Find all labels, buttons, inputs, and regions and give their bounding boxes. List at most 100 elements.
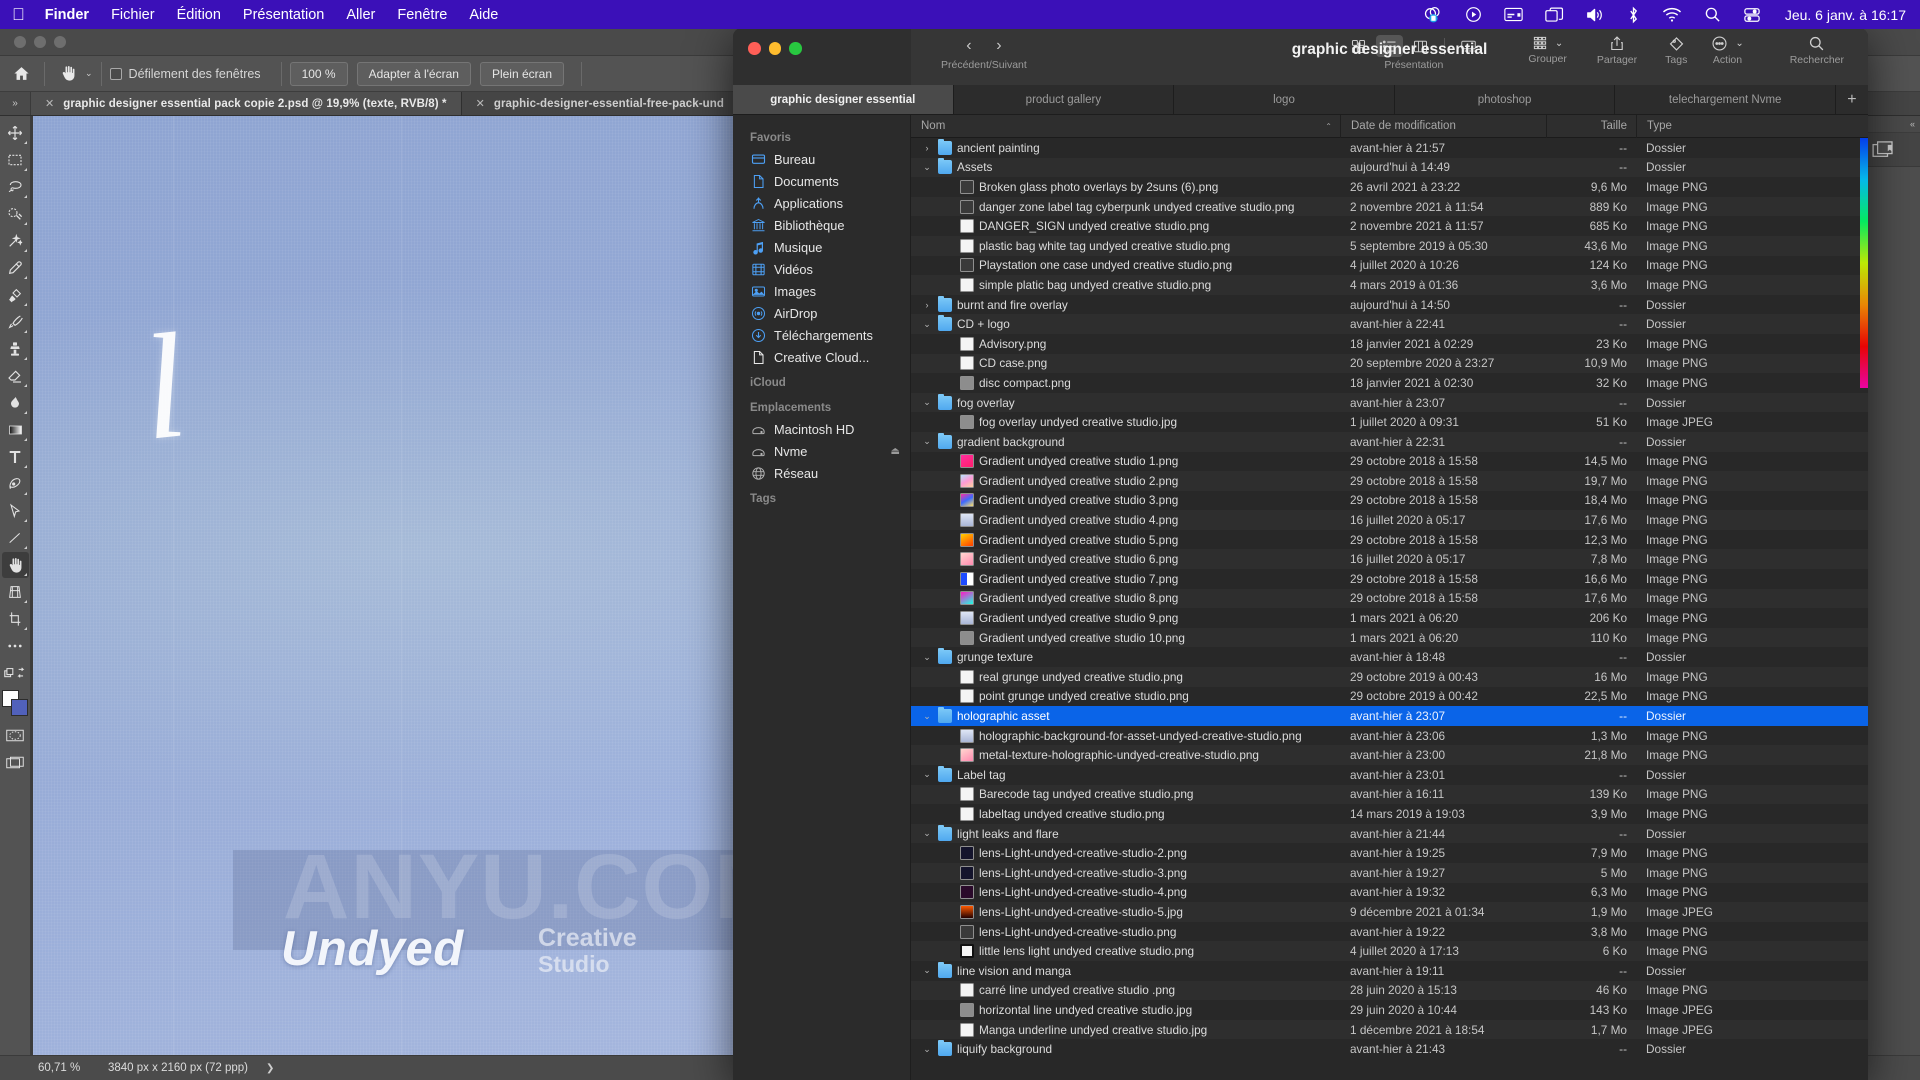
table-row[interactable]: ›labeltag undyed creative studio.png 14 m… [911, 804, 1868, 824]
sidebar-item-documents[interactable]: Documents [733, 170, 910, 192]
finder-zoom-button[interactable] [789, 42, 802, 55]
table-row[interactable]: ⌄ fog overlay avant-hier à 23:07 -- Dossier [911, 392, 1868, 413]
table-row[interactable]: ›lens-Light-undyed-creative-studio-3.png… [911, 862, 1868, 883]
sidebar-item-images[interactable]: Images [733, 280, 910, 302]
disclosure-expanded-icon[interactable]: ⌄ [921, 965, 933, 976]
fit-screen-button[interactable]: Adapter à l'écran [356, 61, 471, 86]
disclosure-collapsed-icon[interactable]: › [921, 300, 933, 310]
table-row[interactable]: ›Gradient undyed creative studio 5.png 29… [911, 530, 1868, 550]
table-row[interactable]: ›metal-texture-holographic-undyed-creati… [911, 745, 1868, 765]
table-row[interactable]: ⌄ liquify background avant-hier à 21:43 -- D… [911, 1039, 1868, 1059]
chevron-down-icon[interactable]: ⌄ [85, 68, 93, 79]
finder-minimize-button[interactable] [768, 42, 781, 55]
finder-window[interactable]: graphic designer essential ‹ › Précédent… [733, 28, 1868, 1080]
table-row[interactable]: ›Manga underline undyed creative studio.… [911, 1019, 1868, 1040]
menu-item-fichier[interactable]: Fichier [111, 7, 155, 23]
mission-control-icon[interactable] [1545, 6, 1564, 23]
gradient-tool-icon[interactable] [2, 417, 29, 443]
finder-group-button[interactable]: ⌄ Grouper [1528, 28, 1567, 65]
table-row[interactable]: ›horizontal line undyed creative studio.… [911, 1000, 1868, 1020]
table-row[interactable]: ›Gradient undyed creative studio 10.png 1… [911, 627, 1868, 648]
move-tool-icon[interactable] [2, 120, 29, 146]
table-row[interactable]: ›lens-Light-undyed-creative-studio-2.png… [911, 843, 1868, 863]
disclosure-expanded-icon[interactable]: ⌄ [921, 828, 933, 839]
finder-rows-container[interactable]: › ancient painting avant-hier à 21:57 -- Dos… [911, 138, 1868, 1080]
eject-icon[interactable]: ⏏ [891, 446, 900, 457]
table-row[interactable]: ›Advisory.png 18 janvier 2021 à 02:29 23 K… [911, 334, 1868, 354]
sidebar-item-vidos[interactable]: Vidéos [733, 258, 910, 280]
type-tool-icon[interactable] [2, 444, 29, 470]
color-swatches[interactable] [2, 690, 28, 716]
column-header-type[interactable]: Type [1636, 114, 1868, 138]
disclosure-expanded-icon[interactable]: ⌄ [921, 711, 933, 722]
sidebar-item-bibliothque[interactable]: Bibliothèque [733, 214, 910, 236]
table-row[interactable]: ›DANGER_SIGN undyed creative studio.png 2… [911, 216, 1868, 236]
zoom-100-button[interactable]: 100 % [289, 61, 348, 86]
finder-search-button[interactable]: Rechercher [1790, 28, 1844, 66]
menu-bar-clock[interactable]: Jeu. 6 janv. à 16:17 [1785, 7, 1906, 23]
table-row[interactable]: ›Barecode tag undyed creative studio.png… [911, 784, 1868, 805]
finder-close-button[interactable] [748, 42, 761, 55]
hand-tool-icon[interactable] [53, 61, 83, 87]
table-row[interactable]: ⌄ CD + logo avant-hier à 22:41 -- Dossier [911, 314, 1868, 334]
marquee-tool-icon[interactable] [2, 147, 29, 173]
table-row[interactable]: ›point grunge undyed creative studio.png… [911, 687, 1868, 707]
column-header-name[interactable]: Nom ⌃ [911, 115, 1340, 138]
finder-share-button[interactable]: Partager [1597, 28, 1637, 66]
table-row[interactable]: ›disc compact.png 18 janvier 2021 à 02:30… [911, 373, 1868, 393]
search-icon[interactable] [1704, 6, 1721, 23]
panel-expand-icon[interactable]: » [0, 92, 31, 115]
sidebar-item-macintoshhd[interactable]: Macintosh HD [733, 418, 910, 440]
path-selection-tool-icon[interactable] [2, 498, 29, 524]
finder-action-button[interactable]: ⌄ Action [1711, 28, 1744, 66]
screen-record-icon[interactable] [1423, 6, 1443, 23]
menu-item-aide[interactable]: Aide [469, 7, 498, 23]
more-tools-icon[interactable] [2, 633, 29, 659]
document-tab-2[interactable]: ✕ graphic-designer-essential-free-pack-u… [461, 92, 740, 115]
table-row[interactable]: ⌄ Assets aujourd'hui à 14:49 -- Dossier [911, 157, 1868, 178]
finder-tab-4[interactable]: telechargement Nvme [1615, 85, 1836, 114]
table-row[interactable]: ›Gradient undyed creative studio 2.png 29… [911, 471, 1868, 491]
finder-file-list[interactable]: Nom ⌃ Date de modification Taille Type ›… [911, 114, 1868, 1080]
clone-stamp-tool-icon[interactable] [2, 336, 29, 362]
sidebar-item-bureau[interactable]: Bureau [733, 148, 910, 170]
menu-item-presentation[interactable]: Présentation [243, 7, 324, 23]
disclosure-expanded-icon[interactable]: ⌄ [921, 436, 933, 447]
eraser-tool-icon[interactable] [2, 363, 29, 389]
blur-tool-icon[interactable] [2, 390, 29, 416]
close-icon[interactable]: ✕ [476, 97, 485, 110]
disclosure-expanded-icon[interactable]: ⌄ [921, 162, 933, 173]
column-header-date[interactable]: Date de modification [1340, 114, 1546, 138]
table-row[interactable]: ›Gradient undyed creative studio 9.png 1 … [911, 608, 1868, 628]
finder-tags-button[interactable]: Tags [1665, 28, 1687, 66]
table-row[interactable]: ⌄ Label tag avant-hier à 23:01 -- Dossier [911, 765, 1868, 785]
pen-tool-icon[interactable] [2, 471, 29, 497]
table-row[interactable]: › burnt and fire overlay aujourd'hui à 14:… [911, 295, 1868, 315]
table-row[interactable]: ⌄ holographic asset avant-hier à 23:07 -- Do… [911, 706, 1868, 726]
photoshop-minimize-button[interactable] [34, 36, 46, 48]
finder-tab-3[interactable]: photoshop [1395, 85, 1616, 114]
chevron-down-icon[interactable]: ⌄ [1735, 38, 1743, 49]
table-row[interactable]: ›lens-Light-undyed-creative-studio.png av… [911, 922, 1868, 942]
menu-item-fenetre[interactable]: Fenêtre [397, 7, 447, 23]
table-row[interactable]: ›danger zone label tag cyberpunk undyed … [911, 196, 1868, 217]
column-view-icon[interactable] [1407, 35, 1434, 57]
screen-mode-icon[interactable] [2, 749, 29, 775]
lasso-tool-icon[interactable] [2, 174, 29, 200]
photoshop-close-button[interactable] [14, 36, 26, 48]
finder-tab-2[interactable]: logo [1174, 85, 1395, 114]
document-tab-1[interactable]: ✕ graphic designer essential pack copie … [31, 92, 462, 115]
apple-logo-icon[interactable]:  [12, 6, 25, 23]
zoom-level-value[interactable]: 60,71 % [0, 1062, 100, 1074]
sidebar-item-rseau[interactable]: Réseau [733, 462, 910, 484]
menu-item-finder[interactable]: Finder [45, 7, 89, 23]
home-icon[interactable] [6, 61, 36, 87]
disclosure-expanded-icon[interactable]: ⌄ [921, 319, 933, 330]
chevron-down-icon[interactable]: ⌄ [1555, 38, 1563, 49]
table-row[interactable]: ⌄ gradient background avant-hier à 22:31 --… [911, 431, 1868, 452]
eyedropper-tool-icon[interactable] [2, 255, 29, 281]
table-row[interactable]: ›Gradient undyed creative studio 1.png 29… [911, 452, 1868, 472]
line-tool-icon[interactable] [2, 525, 29, 551]
table-row[interactable]: ›Gradient undyed creative studio 7.png 29… [911, 569, 1868, 589]
sidebar-item-applications[interactable]: Applications [733, 192, 910, 214]
